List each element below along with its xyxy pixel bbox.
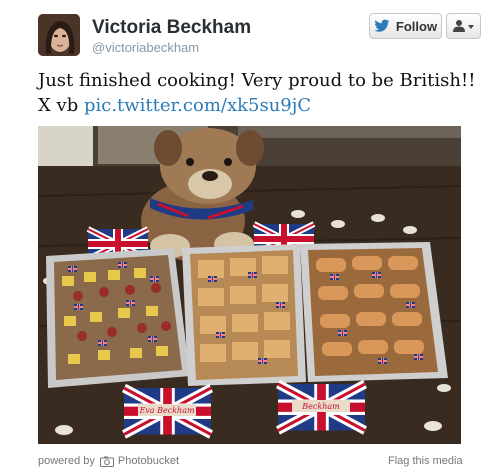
user-menu-button[interactable]	[446, 13, 481, 39]
tweet-photo[interactable]: Eva Beckham Beckham	[38, 126, 461, 444]
name-card-left: Eva Beckham	[138, 406, 195, 415]
twitter-bird-icon	[374, 19, 390, 32]
follow-button[interactable]: Follow	[369, 13, 442, 39]
tweet-media-link[interactable]: pic.twitter.com/xk5su9jC	[84, 95, 311, 116]
follow-label: Follow	[395, 18, 438, 34]
tweet-text: Just finished cooking! Very proud to be …	[38, 68, 478, 118]
person-dropdown-icon	[452, 20, 474, 32]
powered-by: powered by Photobucket	[38, 455, 179, 467]
photobucket-link[interactable]: Photobucket	[118, 455, 179, 467]
avatar[interactable]	[38, 14, 80, 56]
sandwich-tray	[182, 244, 306, 386]
name-card-right: Beckham	[301, 402, 340, 411]
tweet-header: Victoria Beckham @victoriabeckham Follow	[0, 0, 500, 62]
sausage-roll-tray	[300, 242, 448, 382]
username[interactable]: @victoriabeckham	[92, 40, 199, 55]
powered-by-label: powered by	[38, 455, 95, 467]
tweet-footer: powered by Photobucket Flag this media	[0, 451, 500, 471]
display-name[interactable]: Victoria Beckham	[92, 17, 251, 39]
fruit-tray	[46, 248, 190, 388]
camera-icon	[99, 456, 114, 467]
flag-media-link[interactable]: Flag this media	[388, 455, 463, 467]
